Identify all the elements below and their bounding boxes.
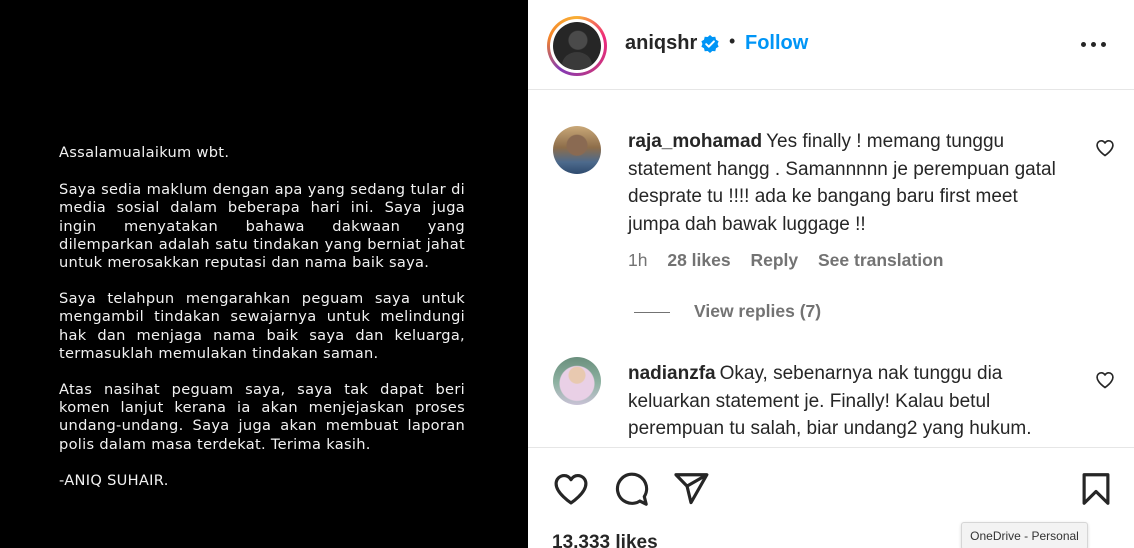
statement-signature: -ANIQ SUHAIR. (59, 471, 169, 489)
comment-icon[interactable] (612, 470, 650, 508)
comment-like-icon[interactable] (1095, 138, 1115, 158)
view-replies-label: View replies (7) (694, 301, 822, 321)
commenter-avatar[interactable] (553, 357, 601, 405)
commenter-username[interactable]: raja_mohamad (628, 131, 762, 152)
commenter-username[interactable]: nadianzfa (628, 363, 716, 384)
share-icon[interactable] (672, 470, 710, 508)
follow-button[interactable]: Follow (745, 32, 808, 55)
comment-like-icon[interactable] (1095, 370, 1115, 390)
commenter-avatar[interactable] (553, 126, 601, 174)
separator-dot: • (729, 31, 736, 51)
statement-text: Assalamualaikum wbt. Saya sedia maklum d… (59, 144, 465, 508)
statement-paragraph: Saya sedia maklum dengan apa yang sedang… (59, 181, 465, 272)
comments-list[interactable]: raja_mohamad Yes finally ! memang tunggu … (528, 91, 1134, 446)
action-bar: 13,333 likes OneDrive - Personal (528, 447, 1134, 548)
view-replies-button[interactable]: View replies (7) (634, 301, 821, 322)
author-username[interactable]: aniqshr (625, 32, 697, 55)
comment-likes[interactable]: 28 likes (667, 250, 730, 270)
bookmark-icon[interactable] (1077, 470, 1115, 508)
author-avatar[interactable] (547, 16, 607, 76)
statement-paragraph: Saya telahpun mengarahkan peguam saya un… (59, 290, 465, 362)
post-header: aniqshr • Follow (528, 0, 1134, 90)
reply-button[interactable]: Reply (750, 250, 798, 270)
statement-greeting: Assalamualaikum wbt. (59, 144, 230, 161)
verified-badge-icon (701, 35, 719, 53)
comment-meta: 1h 28 likes Reply See translation (628, 250, 958, 271)
comment-time: 1h (628, 250, 648, 270)
replies-divider (634, 311, 670, 313)
comment-body: raja_mohamad Yes finally ! memang tunggu … (628, 128, 1068, 238)
post-image: Assalamualaikum wbt. Saya sedia maklum d… (0, 0, 528, 548)
see-translation-button[interactable]: See translation (818, 250, 943, 270)
post-detail-panel: aniqshr • Follow raja_mohamad Yes finally… (528, 0, 1134, 548)
statement-paragraph: Atas nasihat peguam saya, saya tak dapat… (59, 381, 465, 453)
comment-body: nadianzfa Okay, sebenarnya nak tunggu dia… (628, 360, 1068, 443)
heart-icon[interactable] (552, 470, 590, 508)
likes-count[interactable]: 13,333 likes (552, 532, 658, 548)
more-options-icon[interactable] (1079, 34, 1109, 54)
onedrive-tooltip: OneDrive - Personal (961, 522, 1088, 548)
